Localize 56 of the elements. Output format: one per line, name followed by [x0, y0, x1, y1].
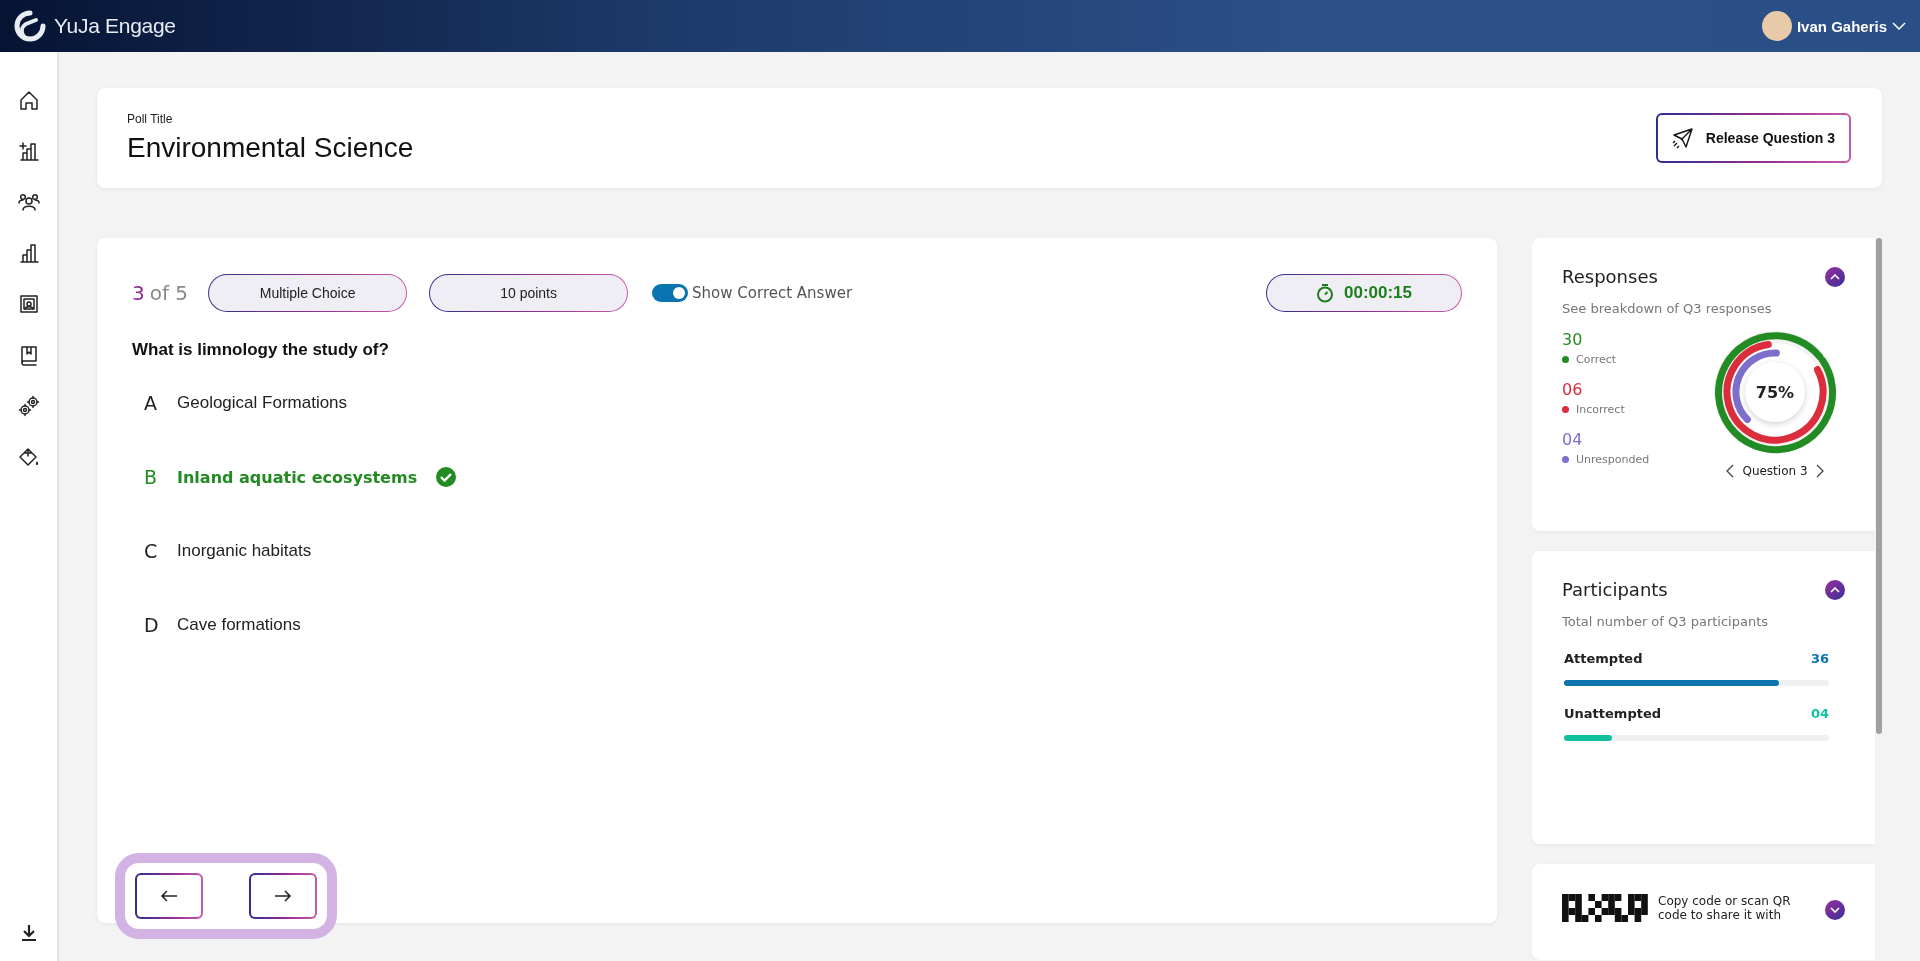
chevron-left-icon[interactable]	[1726, 464, 1735, 478]
card-subtitle: Total number of Q3 participants	[1562, 614, 1770, 629]
poll-label: Poll Title	[127, 112, 174, 126]
previous-button[interactable]	[135, 873, 203, 919]
poll-title: Environmental Science	[127, 132, 414, 164]
bar-value: 04	[1810, 706, 1829, 721]
collapse-button[interactable]	[1825, 579, 1845, 600]
answer-text: Geological Formations	[177, 393, 348, 413]
answer-text: Inland aquatic ecosystems	[177, 467, 418, 487]
question-type-pill: Multiple Choice	[208, 274, 408, 312]
question-text: What is limnology the study of?	[132, 340, 390, 360]
qr-code-icon	[1562, 894, 1648, 922]
bar-value: 36	[1810, 651, 1829, 666]
toggle-label: Show Correct Answer	[692, 284, 853, 302]
question-total: of 5	[149, 281, 189, 305]
stopwatch-icon	[1315, 283, 1334, 303]
share-instructions: Copy code or scan QR code to share it with	[1658, 894, 1792, 922]
percent-label: 75%	[1745, 362, 1805, 422]
scrollbar-thumb[interactable]	[1876, 238, 1882, 734]
collapse-button[interactable]	[1825, 266, 1845, 287]
arrow-left-icon	[160, 889, 178, 903]
legend-label: Unresponded	[1576, 453, 1650, 466]
card-title: Responses	[1562, 266, 1658, 287]
toggle-switch[interactable]	[652, 284, 689, 302]
legend-label: Correct	[1576, 353, 1617, 366]
chevron-down-icon	[1892, 21, 1906, 31]
answer-text: Cave formations	[177, 615, 301, 635]
expand-button[interactable]	[1825, 900, 1845, 920]
legend-label: Incorrect	[1576, 403, 1625, 416]
answer-letter: D	[144, 614, 159, 636]
card-title: Participants	[1562, 579, 1668, 600]
stat-value: 06	[1562, 380, 1584, 399]
chevron-right-icon[interactable]	[1815, 464, 1824, 478]
next-button[interactable]	[249, 873, 317, 919]
arrow-right-icon	[274, 889, 292, 903]
chevron-up-icon	[1830, 586, 1840, 593]
release-question-button[interactable]: Release Question 3	[1655, 113, 1851, 163]
answer-letter: B	[144, 466, 159, 488]
answer-text: Inorganic habitats	[177, 541, 312, 561]
user-menu[interactable]: Ivan Gaheris	[1761, 11, 1906, 41]
question-label: Question 3	[1742, 464, 1808, 478]
points-pill: 10 points	[429, 274, 629, 312]
chevron-down-icon	[1830, 907, 1840, 913]
timer-pill: 00:00:15	[1266, 274, 1462, 312]
stat-value: 30	[1562, 330, 1584, 349]
stat-value: 04	[1562, 430, 1584, 449]
app-name: YuJa Engage	[54, 14, 176, 38]
card-subtitle: See breakdown of Q3 responses	[1562, 301, 1773, 316]
avatar-icon	[1761, 11, 1792, 41]
answer-letter: A	[144, 392, 158, 414]
bar-label: Unattempted	[1564, 706, 1662, 721]
question-number: 3	[132, 281, 145, 305]
bar-label: Attempted	[1564, 651, 1643, 666]
answer-letter: C	[144, 540, 159, 562]
chevron-up-icon	[1830, 273, 1840, 280]
logo-icon	[12, 10, 48, 42]
